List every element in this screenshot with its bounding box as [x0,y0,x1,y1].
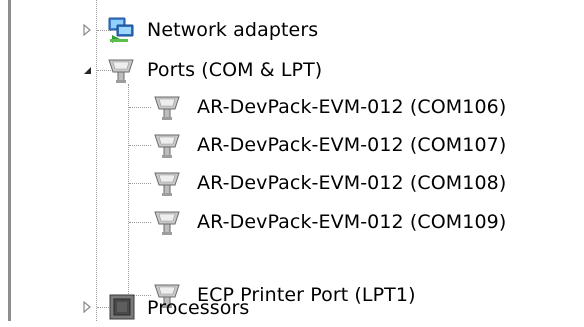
tree-connector [129,183,151,184]
collapse-arrow-icon[interactable] [82,64,92,76]
pane-border [8,0,11,321]
network-adapter-icon [106,15,136,45]
tree-connector [128,84,129,296]
tree-node-label: AR-DevPack-EVM-012 (COM108) [197,172,507,194]
tree-node-com109[interactable]: AR-DevPack-EVM-012 (COM109) [150,203,580,241]
tree-node-label: Ports (COM & LPT) [147,59,323,81]
tree-node-com107[interactable]: AR-DevPack-EVM-012 (COM107) [150,126,580,164]
tree-node-label: AR-DevPack-EVM-012 (COM106) [197,96,507,118]
tree-node-label: AR-DevPack-EVM-012 (COM109) [197,211,507,233]
tree-connector [129,222,151,223]
tree-connector [129,145,151,146]
expand-arrow-icon[interactable] [82,301,92,313]
tree-node-network-adapters[interactable]: Network adapters [78,11,378,49]
tree-node-label: AR-DevPack-EVM-012 (COM107) [197,134,507,156]
tree-node-label: Network adapters [147,19,319,41]
port-connector-icon [152,207,182,237]
port-connector-icon [152,130,182,160]
tree-node-label: Processors [147,297,250,319]
tree-node-processors[interactable]: Processors [78,288,378,326]
tree-node-com108[interactable]: AR-DevPack-EVM-012 (COM108) [150,164,580,202]
port-connector-icon [152,168,182,198]
expand-arrow-icon[interactable] [82,24,92,36]
tree-node-com106[interactable]: AR-DevPack-EVM-012 (COM106) [150,88,580,126]
processor-chip-icon [108,293,138,323]
port-connector-icon [106,55,136,85]
tree-connector [129,107,151,108]
port-connector-icon [152,92,182,122]
tree-node-ports[interactable]: Ports (COM & LPT) [78,51,378,89]
